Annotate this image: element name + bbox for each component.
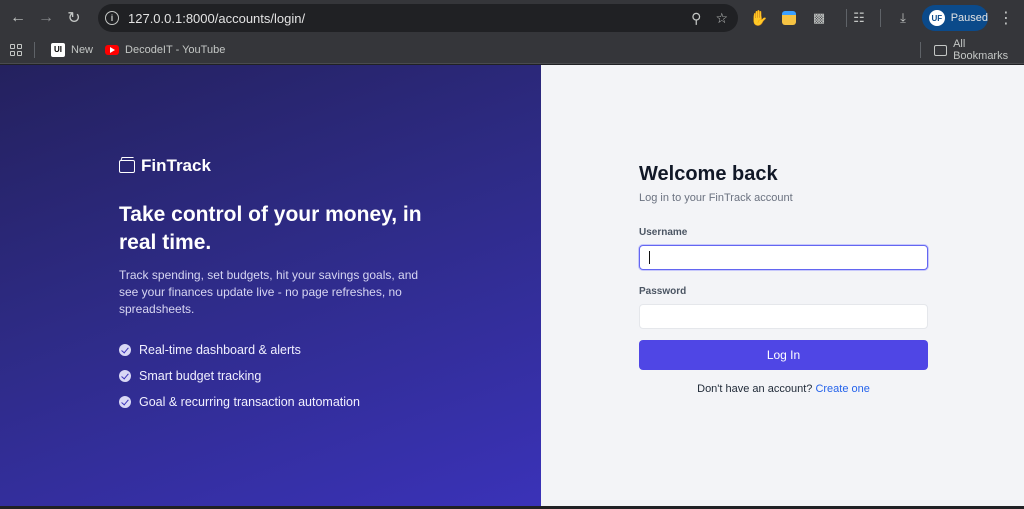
profile-status: Paused [950,12,988,24]
info-icon[interactable]: i [105,11,119,25]
wallet-icon [119,159,135,173]
login-button[interactable]: Log In [639,340,928,370]
arrow-right-icon: → [38,9,54,26]
youtube-icon [105,43,120,57]
reload-icon: ↻ [67,10,81,27]
avatar: UF [929,10,945,26]
login-form: Welcome back Log in to your FinTrack acc… [639,163,928,395]
bookmarks-divider [920,42,921,58]
stop-hand-extension-icon[interactable]: ✋ [748,7,770,29]
signup-prompt: Don't have an account? Create one [639,383,928,395]
all-bookmarks-button[interactable]: All Bookmarks [928,38,1024,62]
bookmarks-bar: UI New DecodeIT - YouTube All Bookmarks [0,36,1024,64]
bookmarks-divider [34,41,35,58]
hero-headline: Take control of your money, in real time… [119,203,422,254]
text-caret [649,251,650,264]
feature-item: Real-time dashboard & alerts [119,337,360,363]
toolbar-divider [846,9,847,27]
star-icon[interactable]: ☆ [715,10,728,27]
hero-subtext: Track spending, set budgets, hit your sa… [119,268,419,316]
password-input[interactable] [639,304,928,329]
new-favicon: UI [51,42,65,57]
folder-icon [934,44,948,56]
profile-button[interactable]: UF Paused [922,5,988,31]
tab-search-icon[interactable]: ☷ [848,7,870,29]
hero-panel: FinTrack Take control of your money, in … [0,65,541,506]
calendar-extension-icon[interactable] [778,7,800,29]
forward-button[interactable]: → [32,4,60,32]
check-circle-icon [119,344,131,356]
signup-text: Don't have an account? [697,383,813,395]
bookmark-new[interactable]: UI New [45,39,99,61]
password-label: Password [639,286,687,297]
extension-area: ✋ ▩ [748,4,830,32]
address-bar[interactable]: i 127.0.0.1:8000/accounts/login/ ⚲ ☆ [98,4,738,32]
kebab-menu-icon[interactable]: ⋮ [996,4,1016,32]
brand: FinTrack [119,156,211,176]
bookmark-youtube[interactable]: DecodeIT - YouTube [99,39,231,61]
login-page: FinTrack Take control of your money, in … [0,65,1024,506]
brand-name: FinTrack [141,156,211,175]
login-subtitle: Log in to your FinTrack account [639,192,793,204]
feature-list: Real-time dashboard & alerts Smart budge… [119,337,360,415]
extensions-puzzle-icon[interactable]: ▩ [808,7,830,29]
bookmark-label: New [71,43,94,56]
back-button[interactable]: ← [4,4,32,32]
download-icon[interactable]: ⤓ [892,7,914,29]
zoom-icon[interactable]: ⚲ [691,10,701,27]
feature-item: Smart budget tracking [119,363,360,389]
login-title: Welcome back [639,163,778,185]
apps-grid-icon[interactable] [10,43,22,56]
all-bookmarks-label: All Bookmarks [953,38,1009,62]
browser-toolbar: ← → ↻ i 127.0.0.1:8000/accounts/login/ ⚲… [0,0,1024,36]
check-circle-icon [119,370,131,382]
bookmark-label: DecodeIT - YouTube [125,43,226,56]
username-input[interactable] [639,245,928,270]
feature-label: Smart budget tracking [139,369,262,383]
feature-label: Goal & recurring transaction automation [139,395,360,409]
feature-item: Goal & recurring transaction automation [119,389,360,415]
arrow-left-icon: ← [10,9,26,26]
create-account-link[interactable]: Create one [815,383,869,395]
check-circle-icon [119,396,131,408]
reload-button[interactable]: ↻ [60,4,88,32]
url-text[interactable]: 127.0.0.1:8000/accounts/login/ [128,11,305,26]
username-label: Username [639,227,688,238]
feature-label: Real-time dashboard & alerts [139,343,301,357]
login-panel: Welcome back Log in to your FinTrack acc… [541,65,1024,506]
toolbar-divider [880,9,881,27]
